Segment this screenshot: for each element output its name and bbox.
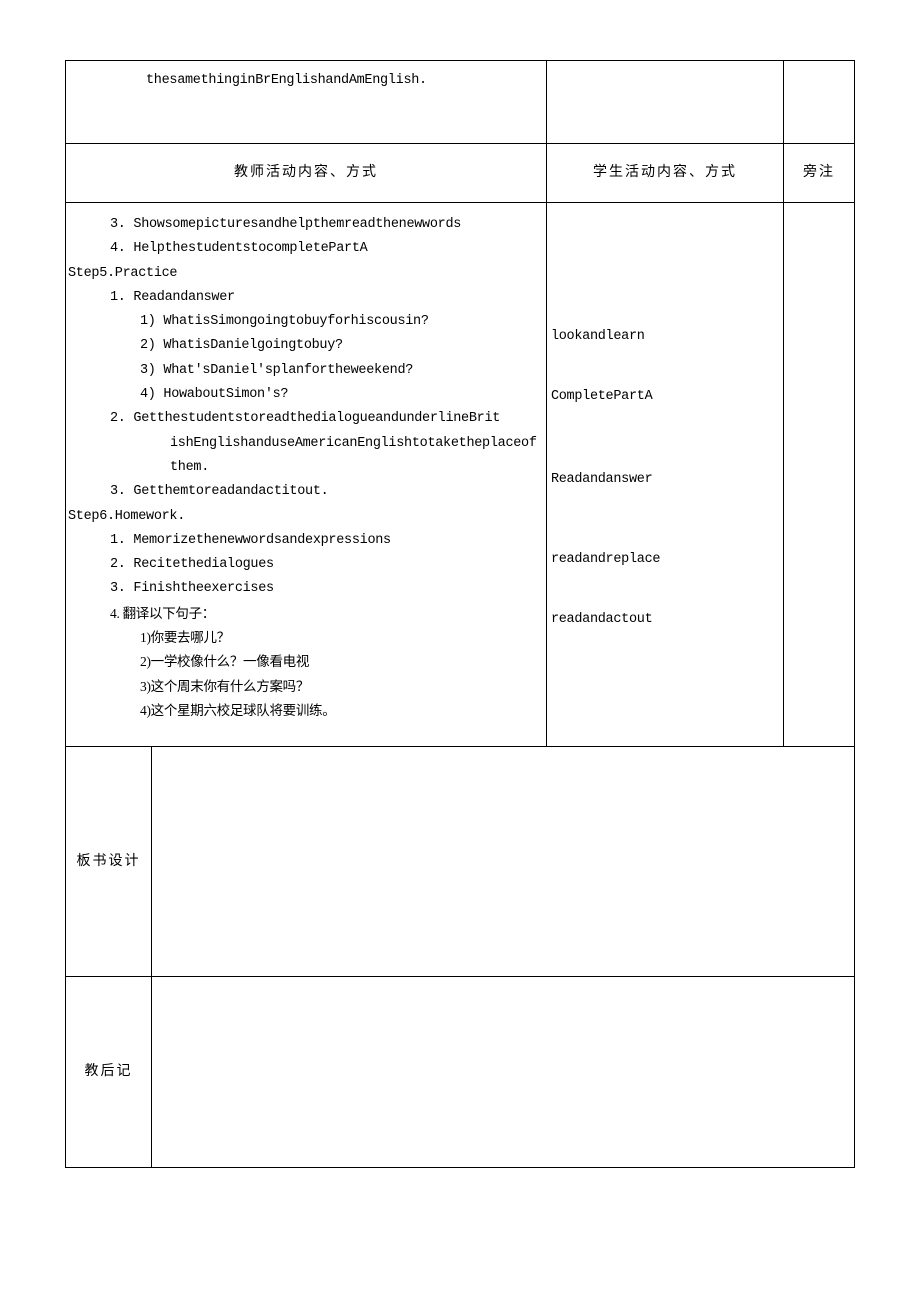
step5-item3: 3. Getthemtoreadandactitout. xyxy=(66,480,540,504)
board-design-row: 板书设计 xyxy=(66,747,855,977)
teacher-activity-content: 3. Showsomepicturesandhelpthemreadthenew… xyxy=(66,203,546,733)
prev-teacher-content: thesamethinginBrEnglishandAmEnglish. xyxy=(66,61,547,144)
board-design-content xyxy=(152,747,855,977)
prev-notes xyxy=(783,61,854,144)
notes-header: 旁注 xyxy=(783,144,854,203)
step6-item2: 2. Recitethedialogues xyxy=(66,553,540,577)
item-4: 4. HelpthestudentstocompletePartA xyxy=(66,237,540,261)
step6-item4: 4. 翻译以下句子： xyxy=(66,602,540,626)
step6-trans2: 2)一学校像什么？一像看电视 xyxy=(66,650,540,674)
board-design-label: 板书设计 xyxy=(66,747,152,977)
step5-q4: 4) HowaboutSimon's? xyxy=(66,383,540,407)
content-row: 3. Showsomepicturesandhelpthemreadthenew… xyxy=(66,203,855,747)
step6-trans1: 1)你要去哪儿？ xyxy=(66,626,540,650)
step6-trans3: 3)这个周末你有什么方案吗？ xyxy=(66,675,540,699)
after-notes-label: 教后记 xyxy=(66,977,152,1168)
step5-q3: 3) What'sDaniel'splanfortheweekend? xyxy=(66,359,540,383)
notes-cell xyxy=(783,203,854,747)
step6-trans4: 4)这个星期六校足球队将要训练。 xyxy=(66,699,540,723)
after-notes-content xyxy=(152,977,855,1168)
continuation-row: thesamethinginBrEnglishandAmEnglish. xyxy=(66,61,855,144)
student-item1: lookandlearn xyxy=(551,325,779,349)
teacher-header: 教师活动内容、方式 xyxy=(66,144,547,203)
step6-item1: 1. Memorizethenewwordsandexpressions xyxy=(66,529,540,553)
prev-student-content xyxy=(546,61,783,144)
lesson-plan-table: thesamethinginBrEnglishandAmEnglish. 教师活… xyxy=(65,60,855,747)
step5-item2c: them. xyxy=(66,456,540,480)
item-3: 3. Showsomepicturesandhelpthemreadthenew… xyxy=(66,213,540,237)
step5-q1: 1) WhatisSimongoingtobuyforhiscousin? xyxy=(66,310,540,334)
step5-q2: 2) WhatisDanielgoingtobuy? xyxy=(66,334,540,358)
student-activity-cell: lookandlearn CompletePartA Readandanswer… xyxy=(546,203,783,747)
step5-item2b: ishEnglishanduseAmericanEnglishtotakethe… xyxy=(66,432,540,456)
student-item4: readandreplace xyxy=(551,548,779,572)
step5-heading: Step5.Practice xyxy=(66,262,540,286)
step6-heading: Step6.Homework. xyxy=(66,505,540,529)
step5-item1: 1. Readandanswer xyxy=(66,286,540,310)
student-activity-content: lookandlearn CompletePartA Readandanswer… xyxy=(547,203,783,678)
footer-table: 板书设计 教后记 xyxy=(65,746,855,1168)
teacher-activity-cell: 3. Showsomepicturesandhelpthemreadthenew… xyxy=(66,203,547,747)
student-item3: Readandanswer xyxy=(551,468,779,492)
student-item5: readandactout xyxy=(551,608,779,632)
student-header: 学生活动内容、方式 xyxy=(546,144,783,203)
after-notes-row: 教后记 xyxy=(66,977,855,1168)
student-item2: CompletePartA xyxy=(551,385,779,409)
prev-text: thesamethinginBrEnglishandAmEnglish. xyxy=(66,61,546,93)
header-row: 教师活动内容、方式 学生活动内容、方式 旁注 xyxy=(66,144,855,203)
step5-item2a: 2. Getthestudentstoreadthedialogueandund… xyxy=(66,407,540,431)
step6-item3: 3. Finishtheexercises xyxy=(66,577,540,601)
